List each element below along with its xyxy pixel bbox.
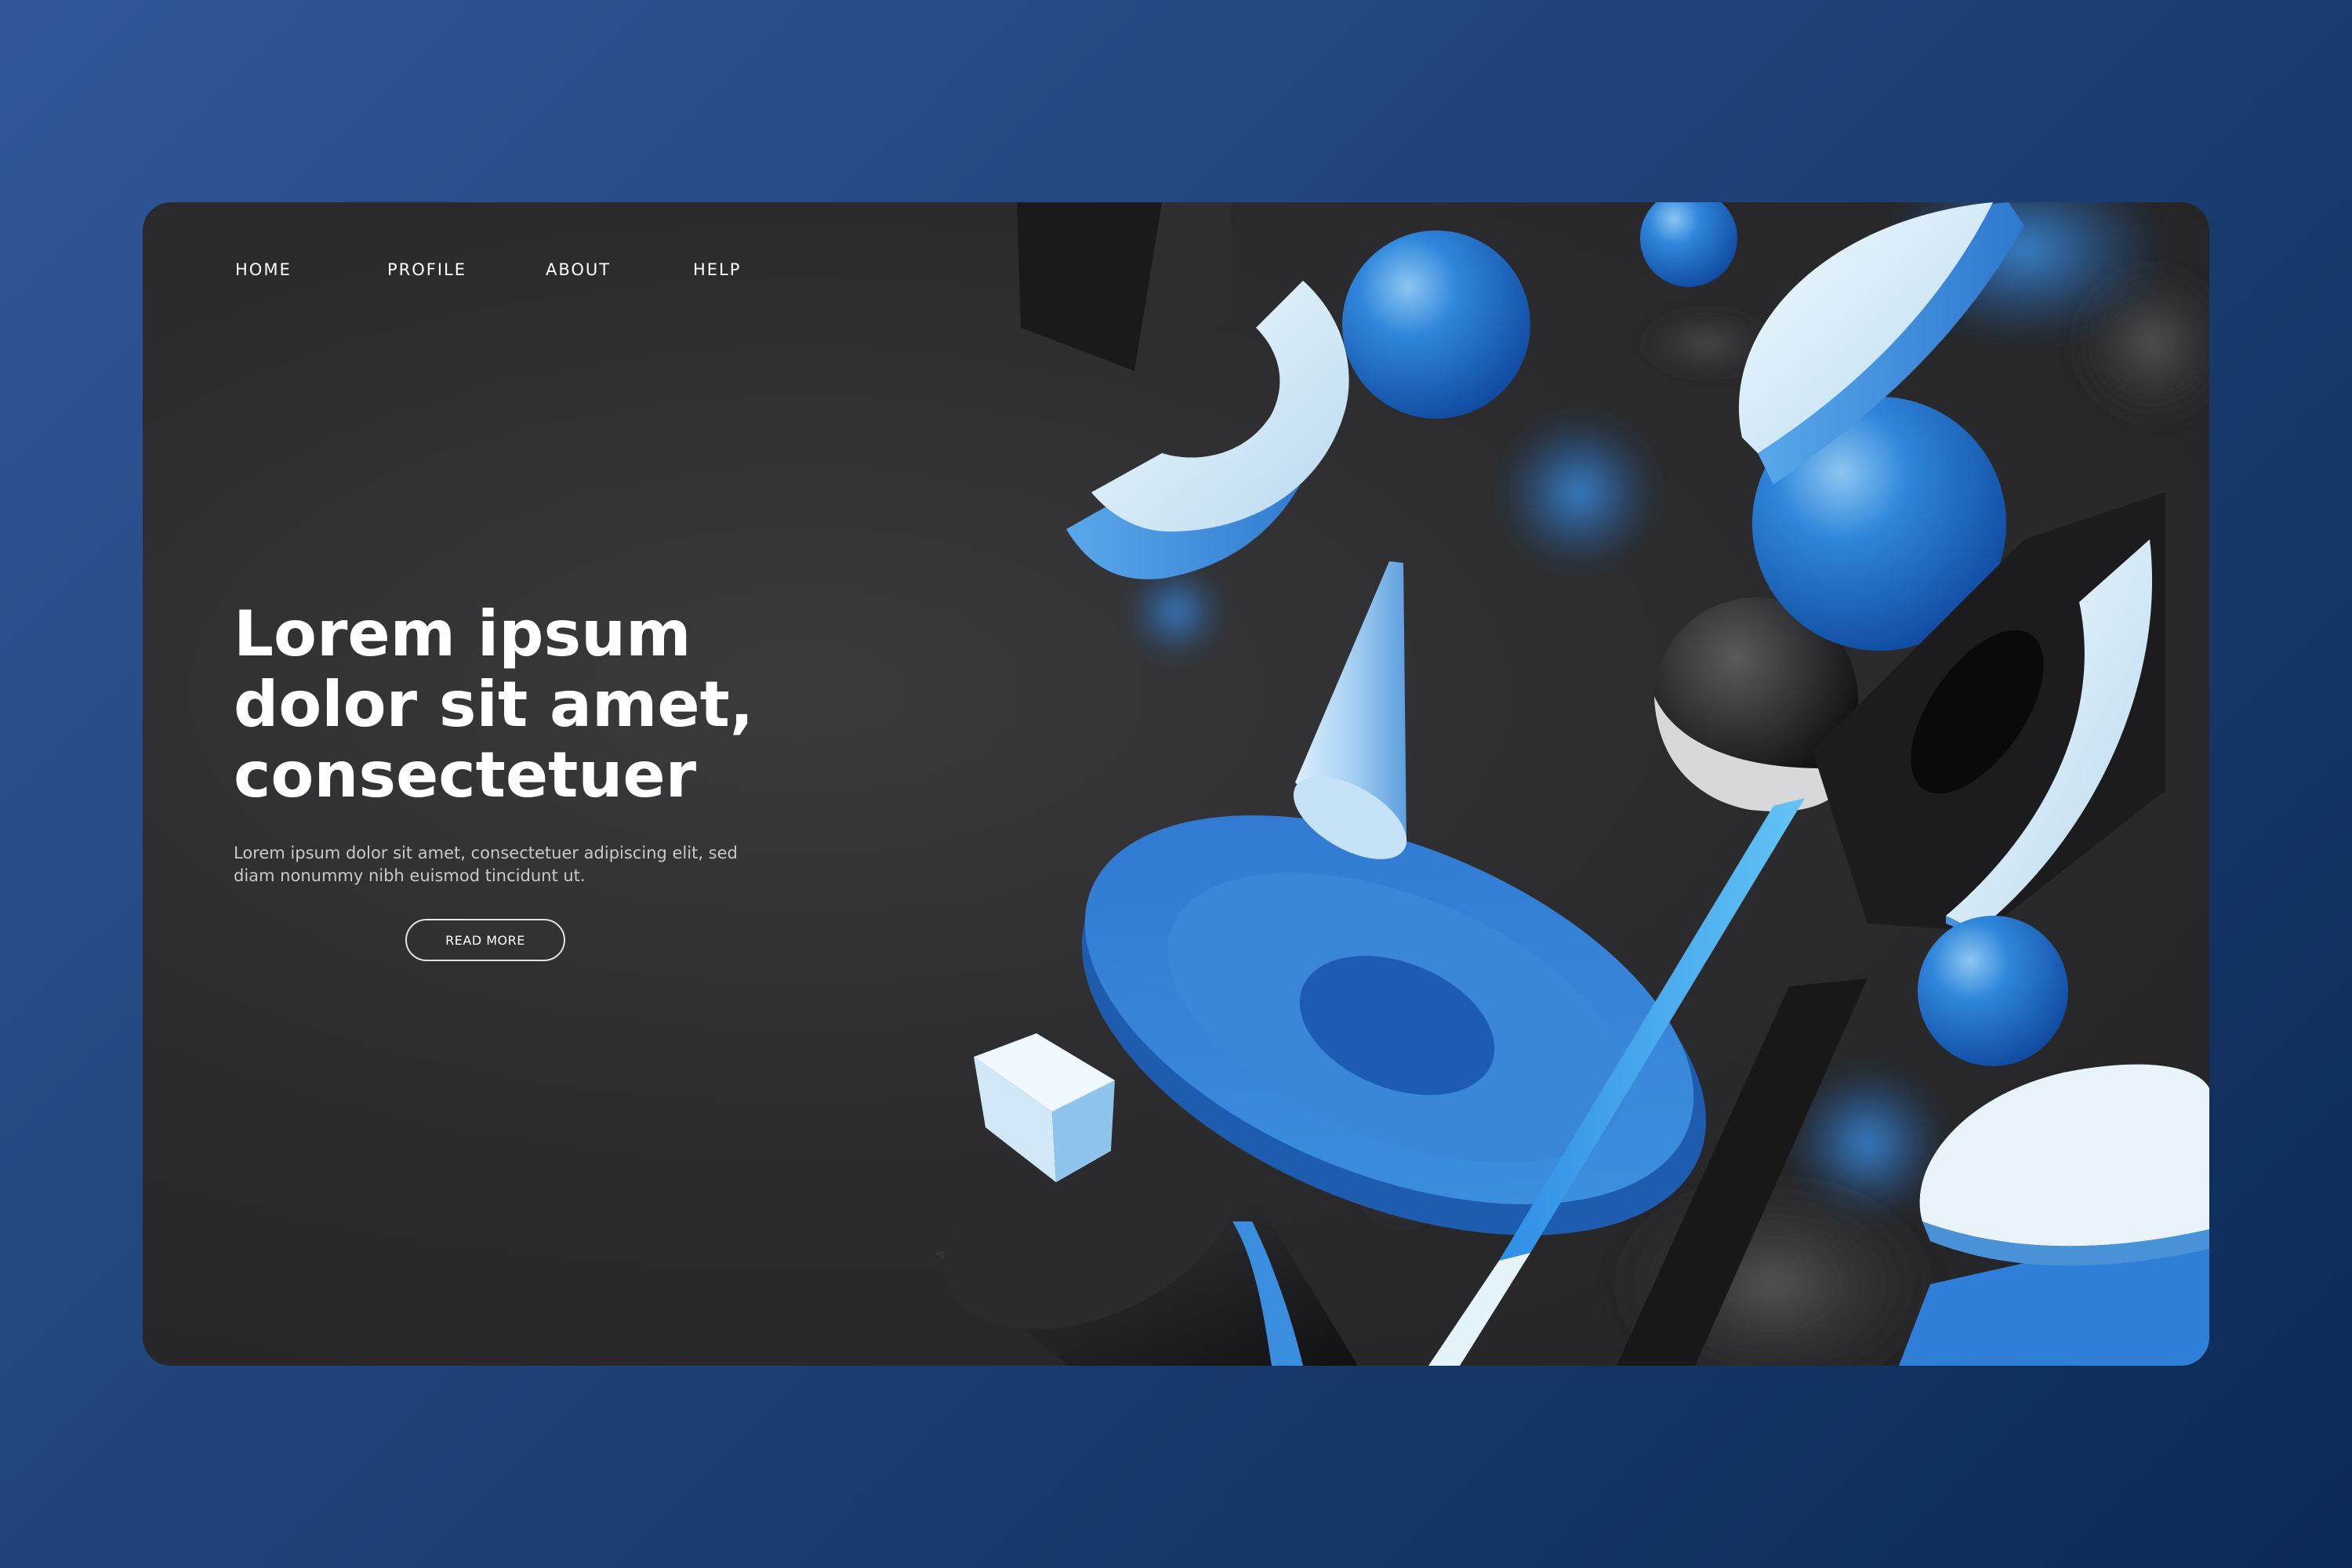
- blurred-sphere-shape: [1129, 564, 1223, 659]
- blue-stick-shape: [1428, 798, 1805, 1366]
- hero-title-line-2: dolor sit amet,: [234, 668, 754, 741]
- blurred-sphere-shape: [1636, 312, 1777, 375]
- dark-bar-shape: [1617, 978, 1867, 1366]
- nav-item-about[interactable]: ABOUT: [546, 260, 611, 279]
- blurred-sphere-shape: [1789, 1065, 1946, 1221]
- blurred-sphere-shape: [1601, 1167, 1946, 1366]
- blue-sphere-shape: [1918, 916, 2068, 1066]
- dark-ring-block-shape: [1813, 492, 2165, 939]
- hero-description: Lorem ipsum dolor sit amet, consectetuer…: [234, 844, 738, 885]
- read-more-button[interactable]: READ MORE: [405, 919, 565, 961]
- hero-title-line-3: consectetuer: [234, 739, 697, 811]
- landing-card: HOME PROFILE ABOUT HELP Lorem ipsum dolo…: [143, 202, 2209, 1366]
- blurred-sphere-shape: [1355, 1135, 1449, 1229]
- blurred-sphere-shape: [1883, 202, 2165, 343]
- blurred-sphere-shape: [1501, 414, 1657, 571]
- ring-segment-shape: [1066, 281, 1349, 579]
- disk-with-cone-shape: [1081, 561, 1707, 1236]
- nav-item-home[interactable]: HOME: [235, 260, 292, 279]
- blue-sphere-shape: [1640, 202, 1737, 287]
- speckled-disk-shape: [1899, 1064, 2209, 1366]
- nav-item-help[interactable]: HELP: [693, 260, 741, 279]
- black-white-sphere-shape: [1654, 597, 1858, 811]
- dark-cube-shape: [1017, 202, 1231, 371]
- light-cube-shape: [974, 1033, 1115, 1182]
- half-disk-shape: [1738, 202, 2024, 485]
- nav-item-profile[interactable]: PROFILE: [387, 260, 466, 279]
- blue-sphere-shape: [1752, 397, 2006, 651]
- hero-title-line-1: Lorem ipsum: [234, 597, 691, 670]
- blurred-sphere-shape: [2066, 257, 2209, 430]
- dark-cylinder-shape: [935, 1113, 1358, 1366]
- blue-sphere-shape: [1342, 230, 1530, 419]
- hero-title: Lorem ipsum dolor sit amet, consectetuer: [234, 599, 829, 811]
